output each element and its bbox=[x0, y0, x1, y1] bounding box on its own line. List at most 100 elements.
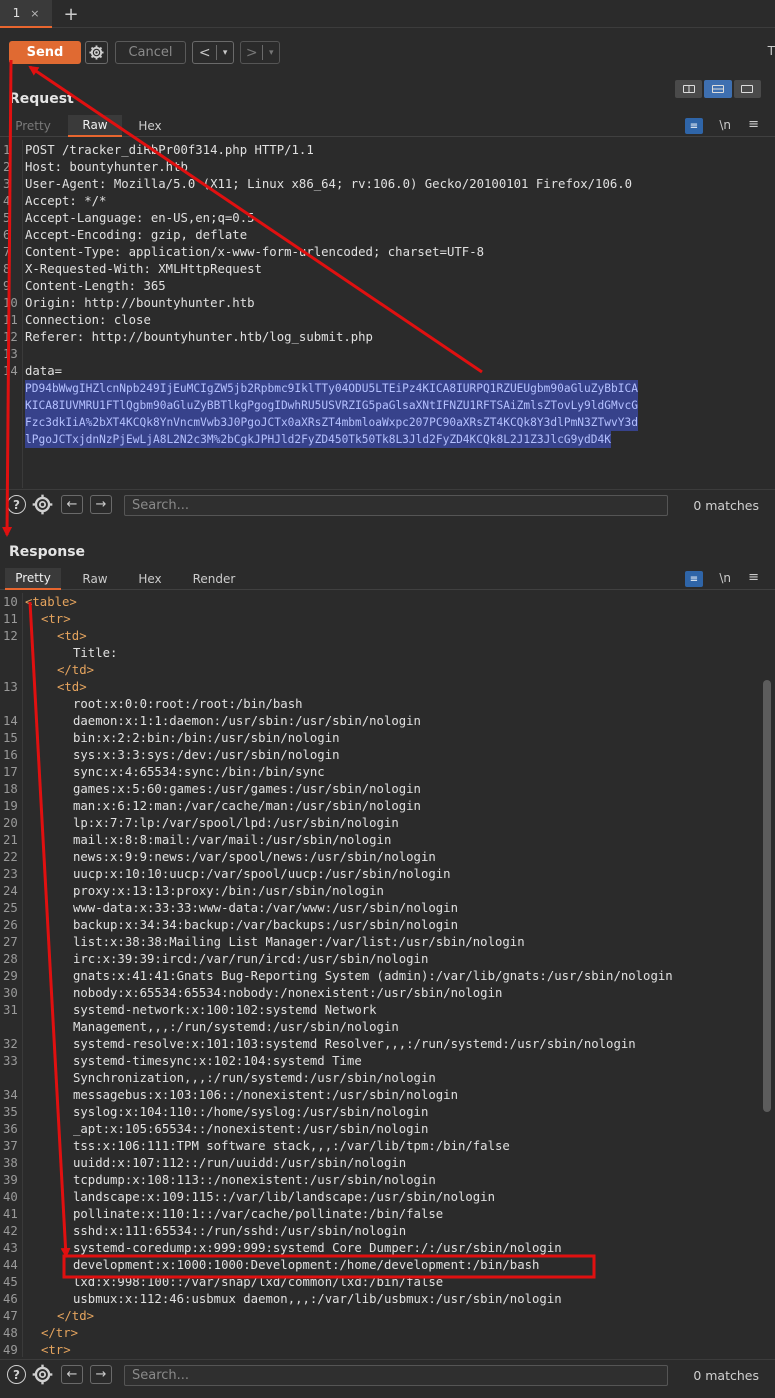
send-button[interactable]: Send bbox=[9, 41, 81, 64]
line-text: games:x:5:60:games:/usr/games:/usr/sbin/… bbox=[73, 782, 421, 796]
tab-raw[interactable]: Raw bbox=[68, 115, 122, 137]
line-text: </td> bbox=[57, 1309, 95, 1323]
tab-render[interactable]: Render bbox=[183, 568, 245, 590]
line-text: User-Agent: Mozilla/5.0 (X11; Linux x86_… bbox=[25, 177, 633, 191]
word-wrap-icon[interactable]: ≡ bbox=[685, 571, 703, 587]
line-text: Content-Length: 365 bbox=[25, 279, 166, 293]
new-tab-button[interactable]: + bbox=[62, 2, 80, 26]
cancel-button[interactable]: Cancel bbox=[115, 41, 186, 64]
line-number: 22 bbox=[3, 850, 18, 864]
tab-raw[interactable]: Raw bbox=[70, 568, 120, 590]
tab-pretty[interactable]: Pretty bbox=[5, 568, 61, 590]
line-number: 11 bbox=[3, 313, 18, 327]
request-editor[interactable]: 1 POST /tracker_diRbPr00f314.php HTTP/1.1… bbox=[0, 140, 775, 488]
line-number: 2 bbox=[3, 160, 11, 174]
line-number: 18 bbox=[3, 782, 18, 796]
tab-bar: 1 × + bbox=[0, 0, 775, 28]
line-text: Accept-Language: en-US,en;q=0.5 bbox=[25, 211, 255, 225]
layout-side-by-side-button[interactable] bbox=[675, 80, 703, 98]
line-text: daemon:x:1:1:daemon:/usr/sbin:/usr/sbin/… bbox=[73, 714, 421, 728]
line-number: 31 bbox=[3, 1003, 18, 1017]
line-text: Origin: http://bountyhunter.htb bbox=[25, 296, 255, 310]
search-input[interactable]: Search... bbox=[124, 495, 668, 516]
line-number: 6 bbox=[3, 228, 11, 242]
line-text: www-data:x:33:33:www-data:/var/www:/usr/… bbox=[73, 901, 458, 915]
line-text: sys:x:3:3:sys:/dev:/usr/sbin/nologin bbox=[73, 748, 340, 762]
line-number: 4 bbox=[3, 194, 11, 208]
line-text: Connection: close bbox=[25, 313, 151, 327]
word-wrap-icon[interactable]: ≡ bbox=[685, 118, 703, 134]
line-text: </td> bbox=[57, 663, 95, 677]
response-scrollbar[interactable] bbox=[763, 680, 771, 1112]
line-number: 41 bbox=[3, 1207, 18, 1221]
line-text: Referer: http://bountyhunter.htb/log_sub… bbox=[25, 330, 373, 344]
line-text: Content-Type: application/x-www-form-url… bbox=[25, 245, 485, 259]
gear-icon[interactable] bbox=[32, 1364, 53, 1385]
line-number: 30 bbox=[3, 986, 18, 1000]
line-number: 13 bbox=[3, 347, 18, 361]
line-text: Management,,,:/run/systemd:/usr/sbin/nol… bbox=[73, 1020, 399, 1034]
line-number: 7 bbox=[3, 245, 11, 259]
line-text: root:x:0:0:root:/root:/bin/bash bbox=[73, 697, 303, 711]
line-text: nobody:x:65534:65534:nobody:/nonexistent… bbox=[73, 986, 503, 1000]
line-number: 36 bbox=[3, 1122, 18, 1136]
chevron-down-icon[interactable]: ▾ bbox=[263, 42, 279, 63]
close-icon[interactable]: × bbox=[30, 7, 39, 20]
response-editor[interactable]: 10 <table> 11 <tr> 12 <td> Title: </td> 13 <td> ro… bbox=[0, 593, 775, 1357]
tab-hex[interactable]: Hex bbox=[126, 568, 174, 590]
line-number: 5 bbox=[3, 211, 11, 225]
line-text: <td> bbox=[57, 629, 87, 643]
layout-stacked-button[interactable] bbox=[704, 80, 732, 98]
menu-icon[interactable]: ≡ bbox=[748, 117, 759, 132]
forward-arrow-icon[interactable]: > bbox=[241, 42, 262, 63]
line-number: 10 bbox=[3, 595, 18, 609]
line-number: 24 bbox=[3, 884, 18, 898]
request-title: Request bbox=[9, 91, 74, 107]
line-number: 40 bbox=[3, 1190, 18, 1204]
line-number: 29 bbox=[3, 969, 18, 983]
back-button[interactable]: < ▾ bbox=[192, 41, 234, 64]
help-icon[interactable]: ? bbox=[7, 1365, 26, 1384]
search-prev-button[interactable]: ← bbox=[61, 1365, 83, 1384]
line-text: systemd-network:x:100:102:systemd Networ… bbox=[73, 1003, 377, 1017]
back-arrow-icon[interactable]: < bbox=[193, 42, 216, 63]
line-number: 9 bbox=[3, 279, 11, 293]
chevron-down-icon[interactable]: ▾ bbox=[217, 42, 233, 63]
line-text: gnats:x:41:41:Gnats Bug-Reporting System… bbox=[73, 969, 673, 983]
line-number: 43 bbox=[3, 1241, 18, 1255]
tab-hex[interactable]: Hex bbox=[126, 115, 174, 137]
tab-1[interactable]: 1 × bbox=[0, 0, 52, 28]
line-number: 42 bbox=[3, 1224, 18, 1238]
line-number: 48 bbox=[3, 1326, 18, 1340]
search-prev-button[interactable]: ← bbox=[61, 495, 83, 514]
window-icon bbox=[741, 85, 754, 93]
search-next-button[interactable]: → bbox=[90, 495, 112, 514]
line-number: 25 bbox=[3, 901, 18, 915]
forward-button[interactable]: > ▾ bbox=[240, 41, 280, 64]
layout-tabbed-button[interactable] bbox=[733, 80, 761, 98]
line-text: Accept: */* bbox=[25, 194, 107, 208]
match-count: 0 matches bbox=[693, 1368, 759, 1383]
line-text: development:x:1000:1000:Development:/hom… bbox=[73, 1258, 540, 1272]
line-text: X-Requested-With: XMLHttpRequest bbox=[25, 262, 262, 276]
line-text: uuidd:x:107:112::/run/uuidd:/usr/sbin/no… bbox=[73, 1156, 407, 1170]
menu-icon[interactable]: ≡ bbox=[748, 570, 759, 585]
search-next-button[interactable]: → bbox=[90, 1365, 112, 1384]
line-text: tss:x:106:111:TPM software stack,,,:/var… bbox=[73, 1139, 510, 1153]
line-number: 21 bbox=[3, 833, 18, 847]
gear-icon[interactable] bbox=[32, 494, 53, 515]
line-text: <table> bbox=[25, 595, 77, 609]
tab-pretty[interactable]: Pretty bbox=[5, 115, 61, 137]
target-label: T bbox=[767, 44, 775, 58]
line-text: irc:x:39:39:ircd:/var/run/ircd:/usr/sbin… bbox=[73, 952, 429, 966]
newline-toggle[interactable]: \n bbox=[719, 118, 731, 132]
line-text: mail:x:8:8:mail:/var/mail:/usr/sbin/nolo… bbox=[73, 833, 392, 847]
search-input[interactable]: Search... bbox=[124, 1365, 668, 1386]
line-text: backup:x:34:34:backup:/var/backups:/usr/… bbox=[73, 918, 458, 932]
response-search-bar: ? ← → Search... 0 matches bbox=[0, 1359, 775, 1387]
newline-toggle[interactable]: \n bbox=[719, 571, 731, 585]
settings-button[interactable] bbox=[85, 41, 108, 64]
help-icon[interactable]: ? bbox=[7, 495, 26, 514]
line-text: systemd-resolve:x:101:103:systemd Resolv… bbox=[73, 1037, 636, 1051]
line-number: 16 bbox=[3, 748, 18, 762]
